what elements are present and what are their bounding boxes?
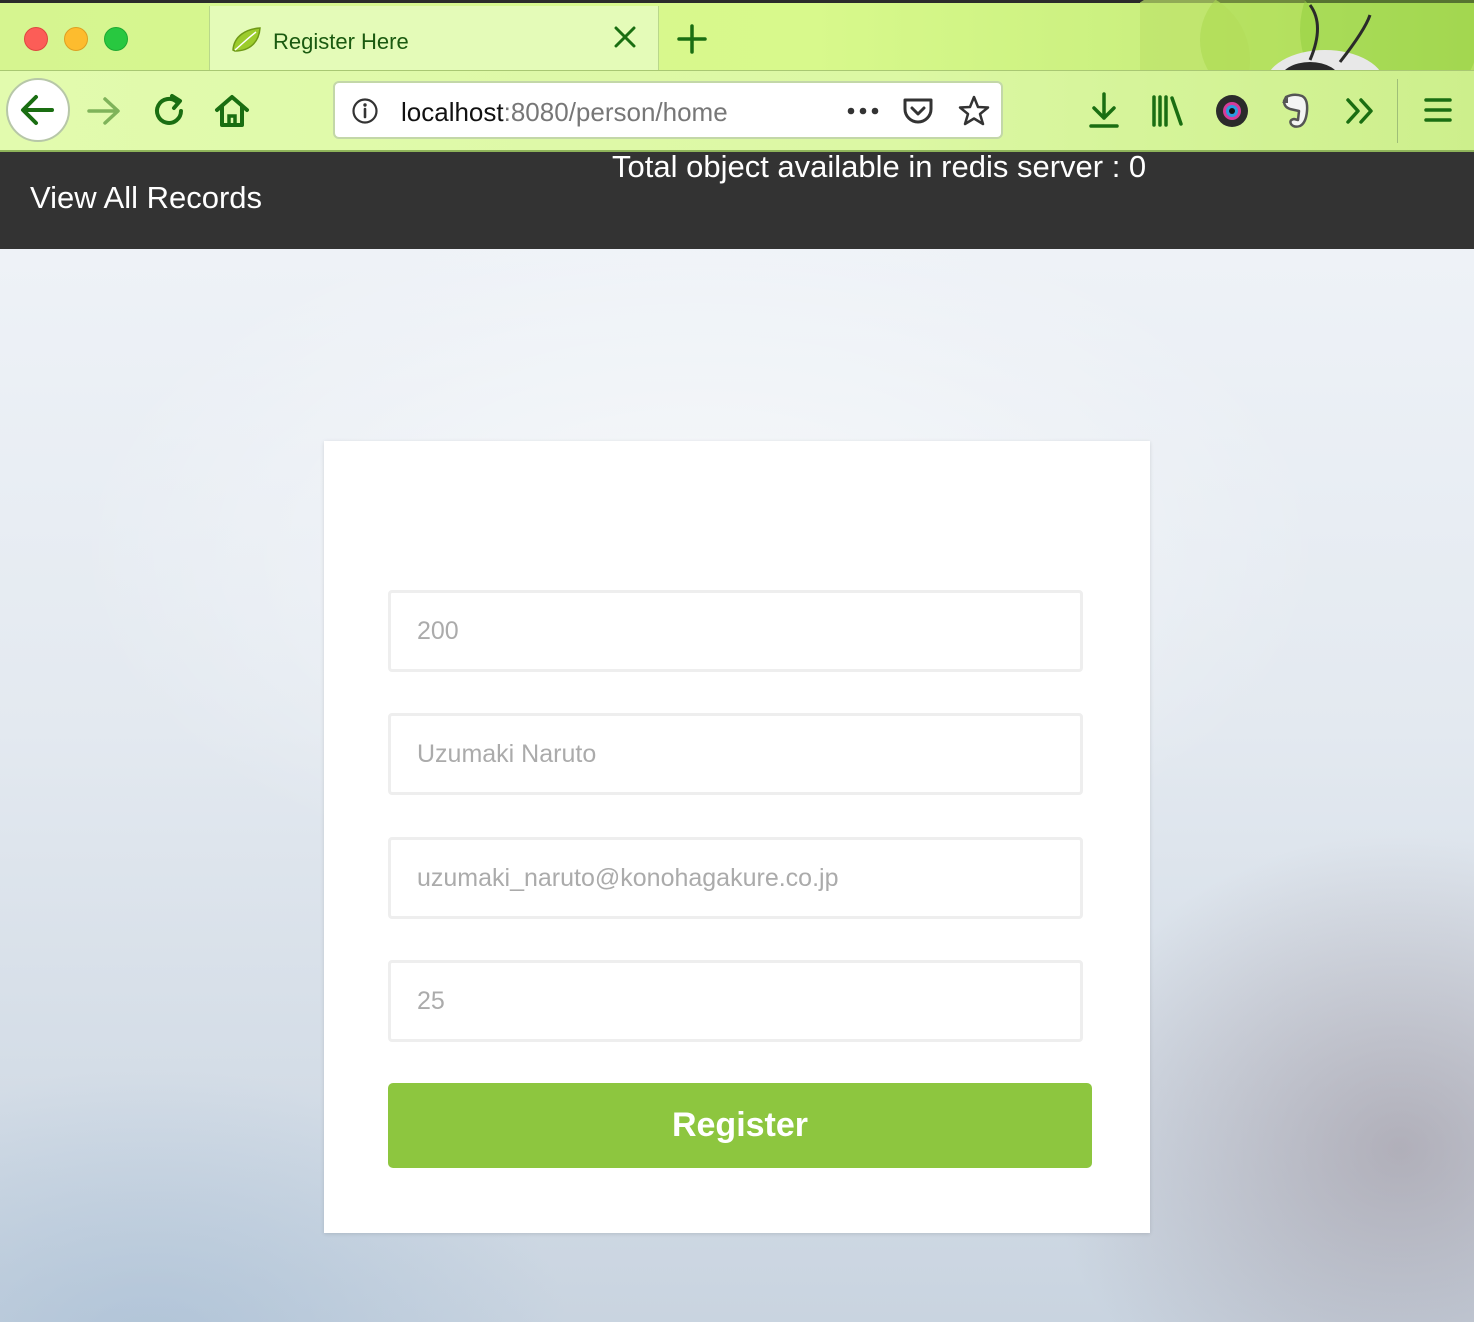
download-icon[interactable] bbox=[1088, 91, 1120, 131]
close-window-button[interactable] bbox=[24, 27, 48, 51]
menu-icon[interactable] bbox=[1422, 96, 1454, 124]
register-button[interactable]: Register bbox=[388, 1083, 1092, 1168]
bookmark-star-icon[interactable] bbox=[957, 94, 991, 128]
page-header: View All Records Total object available … bbox=[0, 149, 1474, 249]
evernote-icon[interactable] bbox=[1278, 91, 1312, 131]
browser-toolbar: localhost:8080/person/home bbox=[0, 70, 1474, 152]
back-icon bbox=[21, 95, 54, 125]
view-all-records-link[interactable]: View All Records bbox=[30, 180, 262, 216]
age-input[interactable] bbox=[388, 960, 1083, 1042]
more-icon[interactable] bbox=[845, 105, 881, 117]
library-icon[interactable] bbox=[1150, 93, 1186, 129]
pocket-icon[interactable] bbox=[901, 95, 935, 127]
info-icon[interactable] bbox=[351, 97, 379, 125]
new-tab-icon[interactable] bbox=[676, 23, 708, 55]
browser-tab[interactable]: Register Here bbox=[209, 6, 659, 73]
tab-title: Register Here bbox=[273, 29, 409, 54]
close-tab-icon[interactable] bbox=[610, 22, 640, 52]
toolbar-separator bbox=[1397, 79, 1398, 143]
redis-object-count: Total object available in redis server :… bbox=[612, 149, 1147, 184]
register-form-card: Register bbox=[324, 441, 1150, 1233]
url-host: localhost bbox=[401, 97, 504, 127]
reload-icon[interactable] bbox=[150, 92, 188, 130]
forward-icon[interactable] bbox=[84, 93, 124, 129]
url-text[interactable]: localhost:8080/person/home bbox=[401, 97, 728, 128]
spring-leaf-icon bbox=[232, 27, 261, 52]
camera-extension-icon[interactable] bbox=[1214, 93, 1250, 129]
overflow-chevron-icon[interactable] bbox=[1344, 95, 1378, 127]
id-input[interactable] bbox=[388, 590, 1083, 672]
back-button[interactable] bbox=[6, 78, 70, 142]
url-bar[interactable]: localhost:8080/person/home bbox=[333, 81, 1003, 139]
email-input[interactable] bbox=[388, 837, 1083, 919]
zoom-window-button[interactable] bbox=[104, 27, 128, 51]
url-path: :8080/person/home bbox=[503, 97, 728, 127]
home-icon[interactable] bbox=[212, 91, 252, 131]
minimize-window-button[interactable] bbox=[64, 27, 88, 51]
name-input[interactable] bbox=[388, 713, 1083, 795]
